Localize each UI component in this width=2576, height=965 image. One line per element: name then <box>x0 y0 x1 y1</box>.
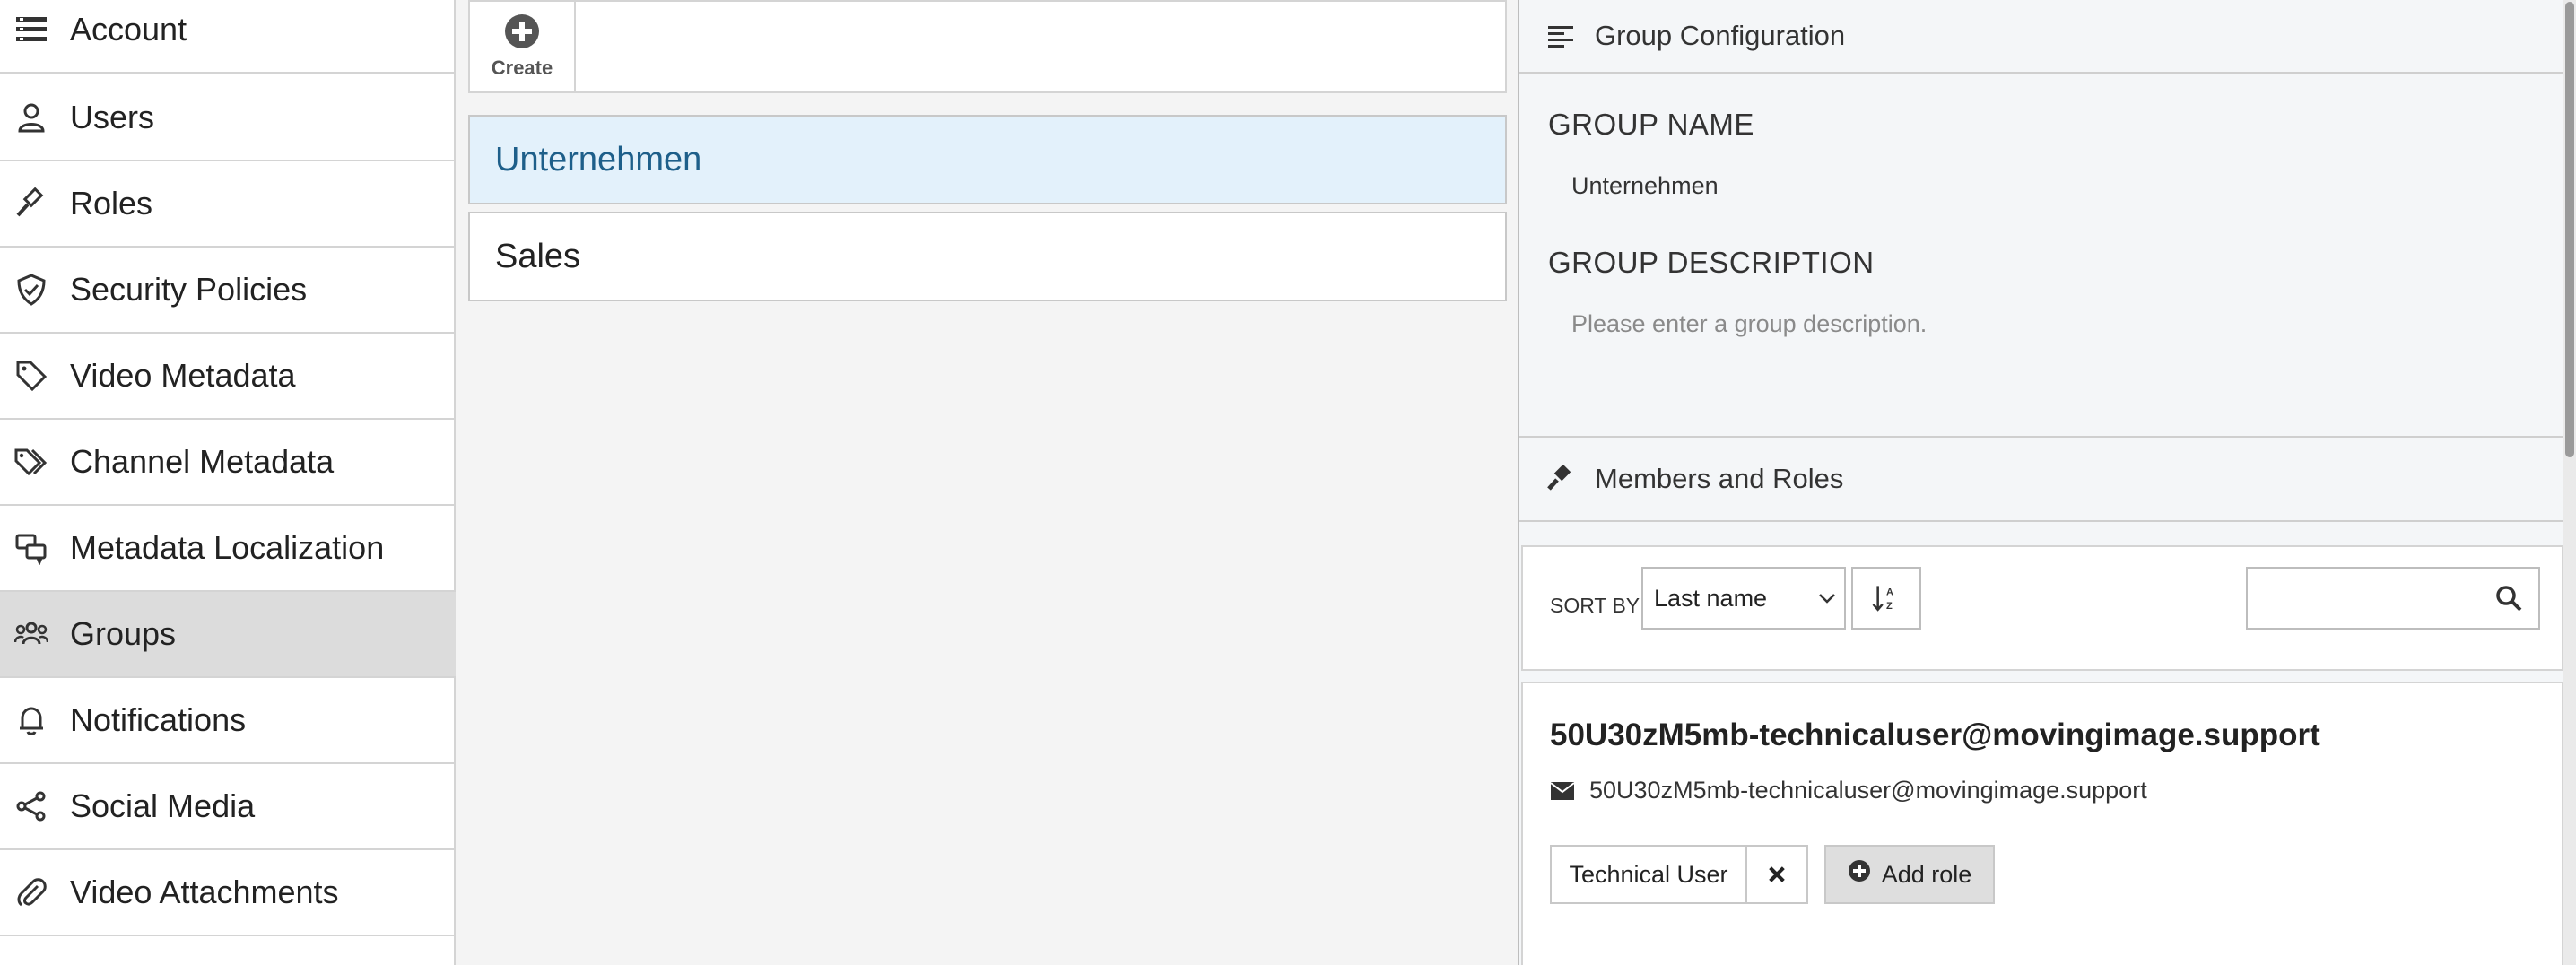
svg-text:Z: Z <box>1886 601 1893 612</box>
share-icon <box>0 789 70 823</box>
add-role-button[interactable]: Add role <box>1824 845 1995 904</box>
member-search[interactable] <box>2246 567 2540 630</box>
scrollbar[interactable] <box>2563 0 2576 965</box>
group-name-label: GROUP NAME <box>1548 108 1754 141</box>
paperclip-icon <box>0 875 70 909</box>
speech-bubbles-icon <box>0 531 70 565</box>
group-description-label: GROUP DESCRIPTION <box>1548 246 1875 279</box>
chevron-down-icon <box>1819 594 1835 604</box>
account-list-icon <box>0 13 70 47</box>
plus-circle-icon <box>1848 860 1870 882</box>
scrollbar-thumb[interactable] <box>2565 2 2574 457</box>
sidebar-item-label: Channel Metadata <box>70 443 335 480</box>
search-input[interactable] <box>2248 569 2490 628</box>
tag-icon <box>0 359 70 393</box>
bell-icon <box>0 703 70 737</box>
sidebar-item-label: Users <box>70 99 155 135</box>
group-name: Sales <box>495 237 581 275</box>
group-name: Unternehmen <box>495 140 702 178</box>
member-card: 50U30zM5mb-technicaluser@movingimage.sup… <box>1521 682 2563 965</box>
user-icon <box>0 100 70 135</box>
create-button[interactable]: Create <box>470 2 576 91</box>
groups-list-panel: Create Unternehmen Sales <box>457 0 1518 965</box>
envelope-icon <box>1550 781 1575 800</box>
members-roles-header: Members and Roles <box>1519 436 2565 522</box>
sort-alpha-asc-icon: A Z <box>1872 586 1893 612</box>
sort-order-button[interactable]: A Z <box>1851 567 1921 630</box>
sidebar-item-video-metadata[interactable]: Video Metadata <box>0 334 456 420</box>
sidebar-item-label: Notifications <box>70 701 247 738</box>
role-name: Technical User <box>1569 860 1728 888</box>
member-name: 50U30zM5mb-technicaluser@movingimage.sup… <box>1550 717 2320 752</box>
group-details-panel: Group Configuration GROUP NAME Unternehm… <box>1518 0 2576 965</box>
sort-by-label: SORT BY <box>1550 594 1640 617</box>
section-title: Members and Roles <box>1595 463 1844 494</box>
users-group-icon <box>0 617 70 651</box>
sidebar-item-label: Video Metadata <box>70 357 296 394</box>
sidebar: Account Users Roles Security Policies Vi… <box>0 0 456 965</box>
plus-circle-icon <box>505 14 539 48</box>
member-email-row: 50U30zM5mb-technicaluser@movingimage.sup… <box>1550 777 2147 804</box>
sidebar-item-label: Video Attachments <box>70 874 339 910</box>
gavel-icon <box>1547 465 1571 491</box>
sort-select-value: Last name <box>1654 584 1768 612</box>
sidebar-item-label: Groups <box>70 615 177 652</box>
sidebar-item-video-attachments[interactable]: Video Attachments <box>0 850 456 936</box>
close-icon <box>1769 866 1785 882</box>
member-email: 50U30zM5mb-technicaluser@movingimage.sup… <box>1589 777 2147 804</box>
align-left-icon <box>1548 26 1573 48</box>
sidebar-item-label: Roles <box>70 185 153 222</box>
group-row-sales[interactable]: Sales <box>468 212 1507 301</box>
sidebar-item-label: Security Policies <box>70 271 308 308</box>
search-icon[interactable] <box>2495 585 2522 612</box>
sidebar-item-label: Metadata Localization <box>70 529 385 566</box>
sidebar-item-notifications[interactable]: Notifications <box>0 678 456 764</box>
sidebar-item-groups[interactable]: Groups <box>0 592 456 678</box>
sidebar-item-roles[interactable]: Roles <box>0 161 456 248</box>
sidebar-item-account[interactable]: Account <box>0 0 456 74</box>
role-tag: Technical User <box>1550 845 1747 904</box>
svg-text:A: A <box>1886 587 1893 598</box>
sidebar-item-label: Account <box>70 11 187 48</box>
section-title: Group Configuration <box>1595 20 1846 51</box>
create-label: Create <box>491 57 553 79</box>
sort-bar: SORT BY Last name A Z <box>1521 545 2563 671</box>
shield-check-icon <box>0 273 70 307</box>
group-description-field[interactable]: Please enter a group description. <box>1571 310 1927 338</box>
add-role-label: Add role <box>1881 860 1972 888</box>
sidebar-item-social-media[interactable]: Social Media <box>0 764 456 850</box>
group-configuration-header: Group Configuration <box>1519 0 2565 74</box>
remove-role-button[interactable] <box>1745 845 1808 904</box>
group-row-unternehmen[interactable]: Unternehmen <box>468 115 1507 204</box>
sidebar-item-label: Social Media <box>70 787 256 824</box>
sidebar-item-security-policies[interactable]: Security Policies <box>0 248 456 334</box>
group-name-field[interactable]: Unternehmen <box>1571 172 1719 200</box>
sidebar-item-users[interactable]: Users <box>0 75 456 161</box>
sidebar-item-metadata-localization[interactable]: Metadata Localization <box>0 506 456 592</box>
gavel-icon <box>0 187 70 221</box>
toolbar: Create <box>468 0 1507 93</box>
sidebar-item-channel-metadata[interactable]: Channel Metadata <box>0 420 456 506</box>
tags-icon <box>0 445 70 479</box>
sort-select[interactable]: Last name <box>1641 567 1846 630</box>
